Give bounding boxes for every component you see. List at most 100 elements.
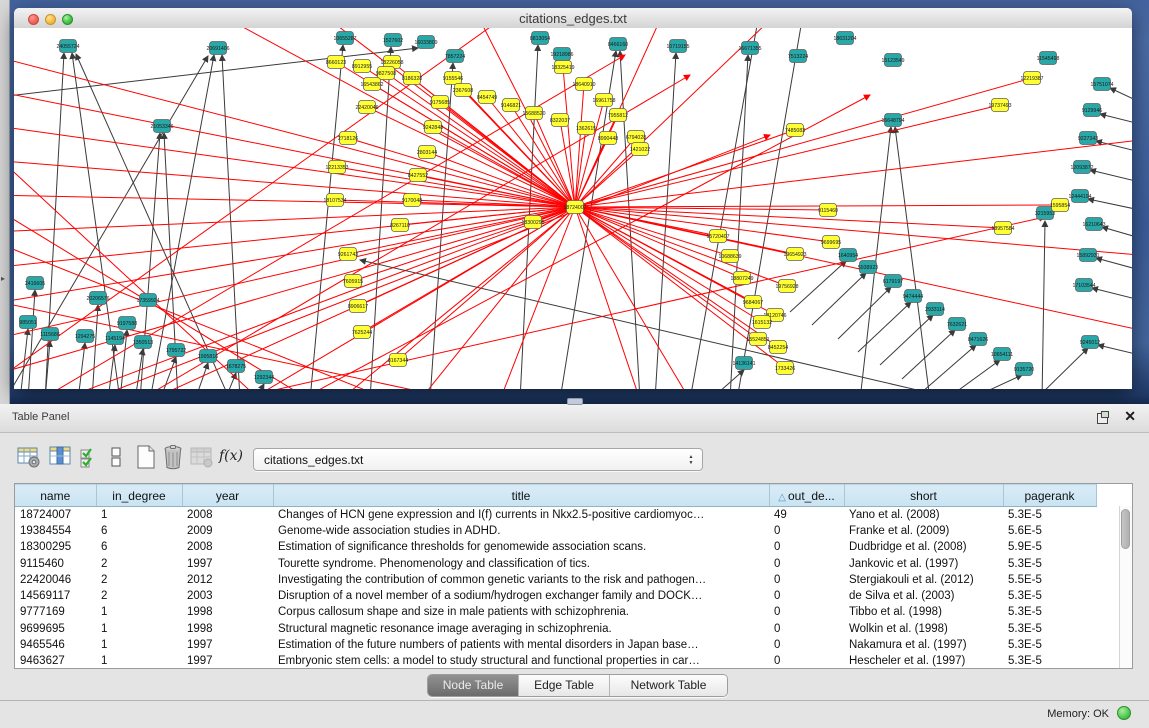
graph-node[interactable]: 19737493 <box>988 99 1011 112</box>
graph-node[interactable]: 11545498 <box>1037 52 1060 65</box>
graph-node[interactable]: 9261743 <box>338 248 358 261</box>
graph-node[interactable]: 16033809 <box>414 36 437 49</box>
graph-node[interactable]: 1145194 <box>105 332 125 345</box>
graph-node[interactable]: 16648794 <box>881 114 904 127</box>
graph-node[interactable]: 1292344 <box>254 371 274 384</box>
graph-node[interactable]: 24055724 <box>56 40 79 53</box>
graph-node[interactable]: 12213353 <box>325 161 348 174</box>
graph-node[interactable]: 2718126 <box>338 132 358 145</box>
vertical-scrollbar[interactable] <box>1119 506 1132 668</box>
graph-node[interactable]: 6794028 <box>626 131 646 144</box>
graph-node[interactable]: 18325419 <box>551 61 574 74</box>
graph-node[interactable]: 1640954 <box>838 249 858 262</box>
graph-node[interactable]: 7632621 <box>947 318 967 331</box>
graph-node[interactable]: 1615132 <box>752 316 772 329</box>
tab-edge-table[interactable]: Edge Table <box>519 675 610 696</box>
function-builder-icon[interactable]: f(x) <box>219 448 245 474</box>
graph-node[interactable]: 18724007 <box>563 201 586 214</box>
graph-node[interactable]: 1362615 <box>576 122 596 135</box>
graph-node[interactable]: 9197588 <box>117 317 137 330</box>
graph-node[interactable]: 12444194 <box>1068 190 1091 203</box>
float-window-icon[interactable] <box>1097 411 1109 423</box>
graph-node[interactable]: 8813054 <box>530 32 550 45</box>
graph-node[interactable]: 19218986 <box>550 48 573 61</box>
graph-node[interactable]: 16671355 <box>738 42 761 55</box>
graph-node[interactable]: 8906617 <box>348 300 368 313</box>
table-row[interactable]: 969969511998Structural magnetic resonanc… <box>15 621 1096 637</box>
graph-node[interactable]: 2367608 <box>453 84 473 97</box>
graph-node[interactable]: 19654923 <box>783 248 806 261</box>
window-titlebar[interactable]: citations_edges.txt <box>14 8 1132 29</box>
control-panel-collapsed-strip[interactable]: ▸ <box>0 0 10 404</box>
graph-node[interactable]: 985051 <box>19 316 36 329</box>
graph-node[interactable]: 9129946 <box>1082 104 1102 117</box>
scrollbar-thumb[interactable] <box>1121 509 1130 549</box>
table-row[interactable]: 1872400712008Changes of HCN gene express… <box>15 507 1096 523</box>
column-header-short[interactable]: short <box>844 485 1003 507</box>
graph-node[interactable]: 8452254 <box>768 341 788 354</box>
graph-node[interactable]: 9245012 <box>1080 336 1100 349</box>
table-row[interactable]: 1938455462009Genome-wide association stu… <box>15 523 1096 539</box>
graph-node[interactable]: 9170048 <box>402 194 422 207</box>
graph-node[interactable]: 8912955 <box>352 60 372 73</box>
graph-node[interactable]: 18807249 <box>730 272 753 285</box>
graph-node[interactable]: 16961758 <box>592 94 615 107</box>
graph-node[interactable]: 12219387 <box>1020 72 1043 85</box>
graph-node[interactable]: 1527602 <box>383 34 403 47</box>
panel-resize-grip[interactable] <box>567 398 583 405</box>
column-header-pagerank[interactable]: pagerank <box>1003 485 1096 507</box>
graph-node[interactable]: 8322037 <box>550 114 570 127</box>
graph-node[interactable]: 1421022 <box>630 143 650 156</box>
graph-node[interactable]: 1350513 <box>133 336 153 349</box>
graph-node[interactable]: 7605915 <box>343 275 363 288</box>
graph-node[interactable]: 8660123 <box>326 56 346 69</box>
graph-node[interactable]: 15688520 <box>522 107 545 120</box>
graph-node[interactable]: 9474444 <box>903 290 923 303</box>
graph-node[interactable]: 20691406 <box>206 42 229 55</box>
graph-node[interactable]: 15123549 <box>881 54 904 67</box>
graph-node[interactable]: 10654111 <box>991 348 1013 361</box>
expand-panel-arrow-icon[interactable]: ▸ <box>1 274 5 283</box>
graph-node[interactable]: 9242848 <box>423 121 443 134</box>
graph-node[interactable]: 9115460 <box>818 204 838 217</box>
graph-node[interactable]: 1995816 <box>198 350 218 363</box>
graph-node[interactable]: 9135720 <box>1014 363 1034 376</box>
graph-node[interactable]: 7485083 <box>785 124 805 137</box>
graph-node[interactable]: 2416605 <box>25 277 45 290</box>
graph-node[interactable]: 9146821 <box>501 99 521 112</box>
graph-node[interactable]: 5938923 <box>858 261 878 274</box>
delete-column-icon[interactable] <box>160 444 186 470</box>
graph-node[interactable]: 7955812 <box>608 109 628 122</box>
graph-node[interactable]: 8167344 <box>388 354 408 367</box>
table-row[interactable]: 977716911998Corpus callosum shape and si… <box>15 604 1096 620</box>
graph-node[interactable]: 17103544 <box>1072 279 1095 292</box>
graph-node[interactable]: 15892931 <box>1076 249 1099 262</box>
graph-node[interactable]: 21053346 <box>150 120 173 133</box>
graph-node[interactable]: 18957584 <box>991 222 1014 235</box>
graph-node[interactable]: 18107534 <box>323 194 346 207</box>
table-row[interactable]: 2242004622012Investigating the contribut… <box>15 572 1096 588</box>
close-icon[interactable]: ✕ <box>1124 409 1136 423</box>
graph-node[interactable]: 1294275 <box>75 330 95 343</box>
graph-node[interactable]: 1795722 <box>166 344 186 357</box>
graph-node[interactable]: 17359924 <box>136 294 159 307</box>
graph-node[interactable]: 7857224 <box>445 50 465 63</box>
tab-network-table[interactable]: Network Table <box>610 675 727 696</box>
graph-node[interactable]: 8990448 <box>598 132 618 145</box>
graph-node[interactable]: 1678275 <box>226 360 246 373</box>
row-height-icon[interactable] <box>104 444 130 470</box>
graph-node[interactable]: 1115686 <box>40 328 60 341</box>
table-row[interactable]: 946554611997Estimation of the future num… <box>15 637 1096 653</box>
graph-node[interactable]: 8471626 <box>968 333 988 346</box>
new-column-icon[interactable] <box>133 444 159 470</box>
graph-node[interactable]: 7513224 <box>788 50 808 63</box>
graph-node[interactable]: 10655287 <box>333 32 356 45</box>
table-mode-icon[interactable] <box>16 444 42 470</box>
graph-node[interactable]: 9684067 <box>743 296 763 309</box>
graph-node[interactable]: 18640910 <box>572 78 595 91</box>
show-columns-icon[interactable] <box>48 444 74 470</box>
column-header-name[interactable]: name <box>15 485 96 507</box>
citation-graph[interactable]: 24055724 20691406 10655287 1527602 16033809 7… <box>14 28 1132 389</box>
graph-node[interactable]: 9227343 <box>1078 132 1098 145</box>
graph-node[interactable]: 1733426 <box>775 362 795 375</box>
